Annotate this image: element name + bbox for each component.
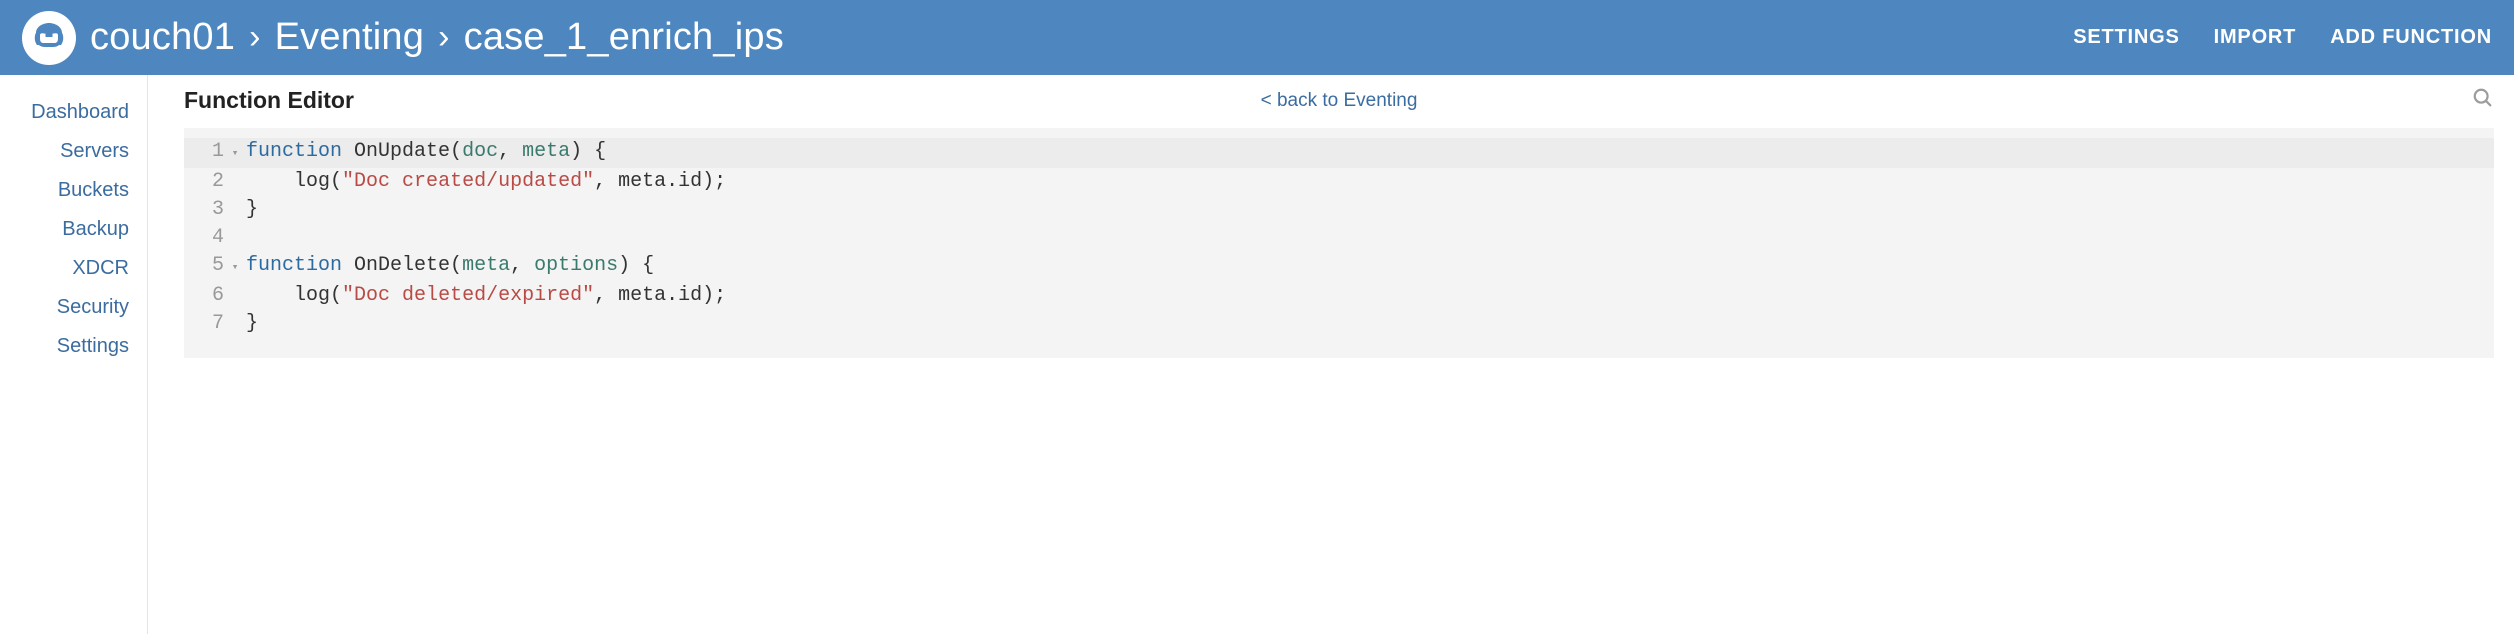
topbar: couch01 › Eventing › case_1_enrich_ips S…: [0, 0, 2514, 75]
search-icon[interactable]: [2472, 87, 2494, 114]
code-editor[interactable]: 1 ▾ function OnUpdate(doc, meta) { 2 log…: [184, 128, 2494, 358]
fold-icon[interactable]: ▾: [228, 140, 242, 168]
breadcrumb: couch01 › Eventing › case_1_enrich_ips: [90, 16, 784, 59]
line-number: 7: [184, 310, 228, 338]
code-line[interactable]: 7 }: [184, 310, 2494, 338]
back-to-eventing-link[interactable]: < back to Eventing: [1261, 90, 1418, 112]
sidebar: Dashboard Servers Buckets Backup XDCR Se…: [0, 75, 148, 634]
line-number: 3: [184, 196, 228, 224]
line-number: 5: [184, 252, 228, 280]
code-line[interactable]: 6 log("Doc deleted/expired", meta.id);: [184, 282, 2494, 310]
sidebar-item-security[interactable]: Security: [0, 288, 147, 327]
body: Dashboard Servers Buckets Backup XDCR Se…: [0, 75, 2514, 634]
add-function-button[interactable]: ADD FUNCTION: [2330, 26, 2492, 49]
sidebar-item-settings[interactable]: Settings: [0, 327, 147, 366]
code-line[interactable]: 3 }: [184, 196, 2494, 224]
sidebar-item-buckets[interactable]: Buckets: [0, 171, 147, 210]
code-line[interactable]: 5 ▾ function OnDelete(meta, options) {: [184, 252, 2494, 282]
fold-icon[interactable]: ▾: [228, 254, 242, 282]
breadcrumb-cluster[interactable]: couch01: [90, 16, 235, 59]
settings-button[interactable]: SETTINGS: [2073, 26, 2179, 49]
code-line[interactable]: 4: [184, 224, 2494, 252]
line-number: 4: [184, 224, 228, 252]
line-number: 1: [184, 138, 228, 166]
import-button[interactable]: IMPORT: [2214, 26, 2297, 49]
line-number: 2: [184, 168, 228, 196]
sidebar-item-backup[interactable]: Backup: [0, 210, 147, 249]
chevron-right-icon: ›: [249, 18, 261, 57]
sidebar-item-dashboard[interactable]: Dashboard: [0, 93, 147, 132]
line-number: 6: [184, 282, 228, 310]
breadcrumb-section[interactable]: Eventing: [275, 16, 424, 59]
main-header: Function Editor < back to Eventing: [184, 87, 2494, 128]
code-line[interactable]: 1 ▾ function OnUpdate(doc, meta) {: [184, 138, 2494, 168]
topbar-actions: SETTINGS IMPORT ADD FUNCTION: [2073, 26, 2492, 49]
sidebar-item-xdcr[interactable]: XDCR: [0, 249, 147, 288]
main: Function Editor < back to Eventing 1 ▾ f…: [148, 75, 2514, 634]
breadcrumb-item: case_1_enrich_ips: [464, 16, 784, 59]
code-line[interactable]: 2 log("Doc created/updated", meta.id);: [184, 168, 2494, 196]
page-title: Function Editor: [184, 87, 354, 114]
chevron-right-icon: ›: [438, 18, 450, 57]
sidebar-item-servers[interactable]: Servers: [0, 132, 147, 171]
logo: [22, 11, 76, 65]
